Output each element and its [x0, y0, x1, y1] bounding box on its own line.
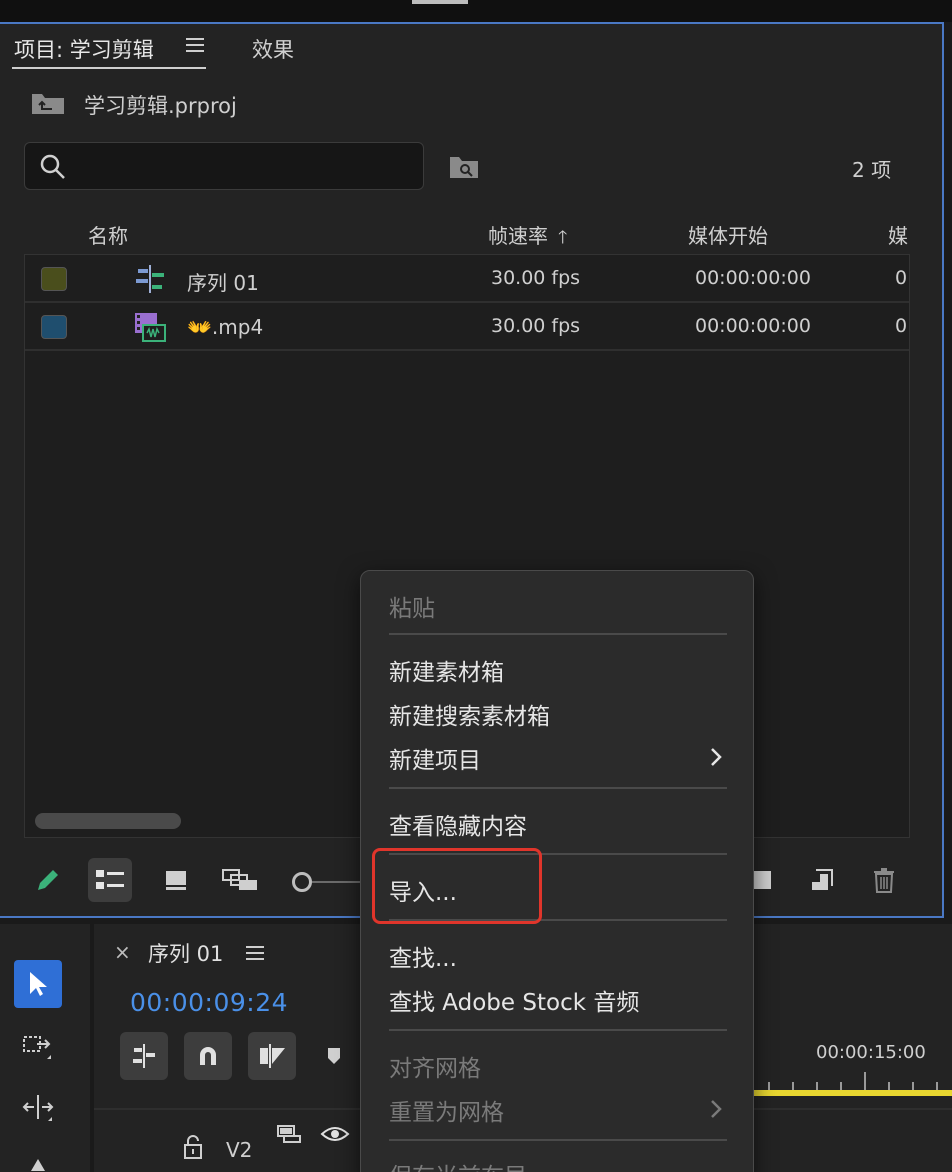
item-frame-rate: 30.00 fps [491, 315, 581, 337]
import-highlight-box [372, 848, 542, 924]
column-header-name[interactable]: 名称 [88, 220, 128, 249]
menu-item-new-bin[interactable]: 新建素材箱 [389, 653, 504, 687]
menu-item-find-adobe-stock-audio[interactable]: 查找 Adobe Stock 音频 [389, 983, 639, 1017]
item-media-start: 00:00:00:00 [695, 315, 811, 337]
sync-lock-icon[interactable] [276, 1124, 304, 1144]
list-item[interactable]: 👐.mp4 30.00 fps 00:00:00:00 0 [25, 303, 909, 351]
bin-up-icon[interactable] [30, 90, 66, 116]
sort-ascending-icon: 🡑 [558, 227, 568, 248]
label-color-swatch[interactable] [41, 267, 67, 291]
track-select-tool-icon[interactable] [14, 1022, 62, 1070]
work-area-bar[interactable] [754, 1090, 952, 1096]
video-clip-icon [135, 313, 166, 342]
item-count: 2 项 [852, 158, 892, 182]
item-media-truncated: 0 [895, 267, 908, 289]
linked-selection-icon[interactable] [248, 1032, 296, 1080]
panel-tab-indicator [412, 0, 468, 4]
snap-magnet-icon[interactable] [184, 1032, 232, 1080]
menu-item-new-search-bin[interactable]: 新建搜索素材箱 [389, 697, 550, 731]
selection-tool-icon[interactable] [14, 960, 62, 1008]
ruler-time-label: 00:00:15:00 [816, 1042, 926, 1063]
pencil-icon[interactable] [26, 858, 70, 902]
zoom-slider-handle[interactable] [292, 872, 312, 892]
list-item[interactable]: 序列 01 30.00 fps 00:00:00:00 0 [25, 255, 909, 303]
menu-item-save-layout: 保存当前布局 [389, 1157, 527, 1172]
close-icon[interactable]: × [114, 940, 131, 964]
trash-icon[interactable] [862, 858, 906, 902]
insert-sequence-nest-icon[interactable] [120, 1032, 168, 1080]
sequence-icon [136, 265, 164, 293]
chevron-right-icon [711, 748, 722, 766]
menu-item-align-to-grid: 对齐网格 [389, 1056, 481, 1082]
item-media-start: 00:00:00:00 [695, 267, 811, 289]
razor-tool-icon[interactable] [14, 1146, 62, 1172]
panel-menu-icon[interactable] [186, 38, 204, 54]
menu-separator [389, 787, 727, 789]
search-input[interactable] [77, 151, 407, 181]
menu-item-new-item[interactable]: 新建项目 [389, 741, 481, 775]
icon-view-icon[interactable] [154, 858, 198, 902]
new-search-bin-icon[interactable] [448, 154, 480, 180]
new-item-icon[interactable] [800, 858, 844, 902]
panel-menu-icon[interactable] [246, 946, 264, 962]
column-header-frame-rate-label: 帧速率 [488, 224, 548, 248]
item-name: 👐.mp4 [187, 315, 264, 339]
menu-separator [389, 1139, 727, 1141]
label-color-swatch[interactable] [41, 315, 67, 339]
column-header-frame-rate[interactable]: 帧速率 🡑 [488, 220, 567, 255]
project-file-name: 学习剪辑.prproj [84, 94, 237, 118]
item-media-truncated: 0 [895, 315, 908, 337]
chevron-right-icon [711, 1100, 722, 1118]
menu-separator [389, 1029, 727, 1031]
tab-effects[interactable]: 效果 [252, 34, 294, 64]
lock-icon[interactable] [182, 1134, 204, 1160]
menu-separator [389, 633, 727, 635]
timeline-tab-title[interactable]: 序列 01 [148, 938, 223, 968]
menu-item-find[interactable]: 查找... [389, 939, 457, 973]
tools-panel [0, 924, 90, 1172]
search-box[interactable] [24, 142, 424, 190]
column-header-media-start[interactable]: 媒体开始 [688, 220, 768, 249]
window-top-strip [0, 0, 952, 22]
add-marker-icon[interactable] [326, 1046, 342, 1066]
time-ruler[interactable] [754, 1072, 952, 1090]
active-tab-underline [12, 67, 206, 69]
menu-item-view-hidden[interactable]: 查看隐藏内容 [389, 807, 527, 841]
list-view-icon[interactable] [88, 858, 132, 902]
ripple-edit-tool-icon[interactable] [14, 1084, 62, 1132]
tab-project[interactable]: 项目: 学习剪辑 [14, 34, 154, 64]
column-header-media-truncated[interactable]: 媒 [888, 220, 908, 249]
menu-item-reset-to-grid: 重置为网格 [389, 1100, 504, 1126]
playhead-timecode[interactable]: 00:00:09:24 [130, 988, 288, 1017]
horizontal-scrollbar[interactable] [35, 813, 181, 829]
freeform-view-icon[interactable] [218, 858, 262, 902]
item-frame-rate: 30.00 fps [491, 267, 581, 289]
item-name: 序列 01 [187, 271, 259, 295]
menu-item-paste: 粘贴 [389, 596, 435, 622]
eye-icon[interactable] [320, 1124, 350, 1144]
search-icon [40, 154, 65, 179]
track-label-v2[interactable]: V2 [226, 1138, 252, 1162]
